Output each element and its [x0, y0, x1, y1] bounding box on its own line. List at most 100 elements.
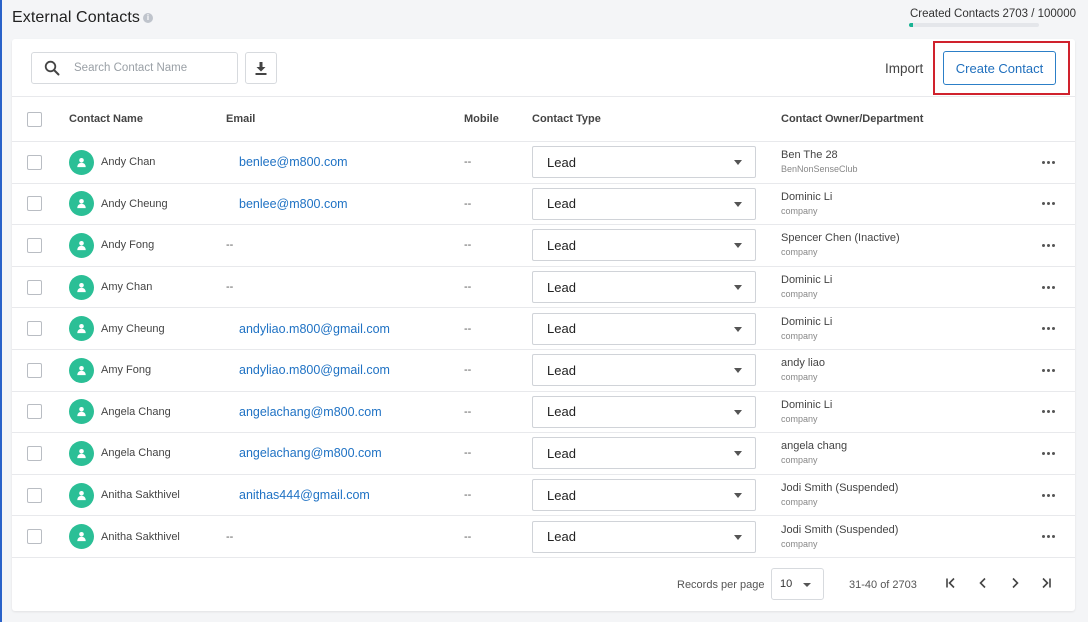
email-link[interactable]: andyliao.m800@gmail.com — [226, 322, 390, 336]
more-options-icon[interactable] — [1042, 535, 1055, 539]
table-row[interactable]: Anitha Sakthivel anithas444@gmail.com --… — [12, 475, 1075, 517]
avatar — [69, 232, 94, 258]
table-row[interactable]: Amy Cheung andyliao.m800@gmail.com -- Le… — [12, 308, 1075, 350]
owner-name: Dominic Li — [781, 398, 833, 411]
records-per-page-select[interactable]: 10 — [771, 568, 824, 600]
more-options-icon[interactable] — [1042, 451, 1055, 455]
more-options-icon[interactable] — [1042, 493, 1055, 497]
mobile-cell: -- — [464, 156, 472, 169]
contact-name[interactable]: Andy Fong — [101, 239, 154, 251]
select-all-checkbox[interactable] — [27, 111, 42, 127]
contact-type-select[interactable]: Lead — [532, 354, 756, 387]
contact-name[interactable]: Anitha Sakthivel — [101, 489, 180, 501]
more-options-icon[interactable] — [1042, 243, 1055, 247]
previous-page-button[interactable] — [975, 575, 991, 591]
email-link[interactable]: benlee@m800.com — [226, 197, 348, 211]
table-row[interactable]: Angela Chang angelachang@m800.com -- Lea… — [12, 433, 1075, 475]
row-select-cell — [27, 267, 42, 308]
row-checkbox[interactable] — [27, 529, 42, 545]
contact-type-cell: Lead — [532, 308, 756, 349]
table-row[interactable]: Angela Chang angelachang@m800.com -- Lea… — [12, 392, 1075, 434]
row-checkbox[interactable] — [27, 237, 42, 253]
mobile-cell: -- — [464, 281, 472, 294]
table-row[interactable]: Amy Fong andyliao.m800@gmail.com -- Lead… — [12, 350, 1075, 392]
email-link[interactable]: angelachang@m800.com — [226, 446, 382, 460]
email-cell: -- — [226, 516, 233, 557]
owner-cell: Jodi Smith (Suspended) company — [781, 475, 898, 516]
contact-type-select[interactable]: Lead — [532, 520, 756, 553]
contact-name[interactable]: Angela Chang — [101, 447, 171, 459]
avatar — [69, 524, 94, 550]
row-select-cell — [27, 350, 42, 391]
contact-type-value: Lead — [547, 321, 576, 337]
contact-type-cell: Lead — [532, 184, 756, 225]
avatar — [69, 274, 94, 300]
table-row[interactable]: Andy Fong -- -- Lead Spencer Chen (Inact… — [12, 225, 1075, 267]
contact-name[interactable]: Andy Chan — [101, 156, 155, 168]
info-icon[interactable]: i — [143, 13, 153, 23]
chevron-down-icon — [734, 451, 742, 457]
row-checkbox[interactable] — [27, 362, 42, 378]
contact-name[interactable]: Andy Cheung — [101, 198, 168, 210]
user-icon — [77, 407, 86, 417]
row-checkbox[interactable] — [27, 154, 42, 170]
table-row[interactable]: Andy Cheung benlee@m800.com -- Lead Domi… — [12, 184, 1075, 226]
mobile-cell: -- — [464, 197, 472, 210]
search-box[interactable] — [31, 52, 238, 84]
download-button[interactable] — [245, 52, 277, 84]
table-row[interactable]: Andy Chan benlee@m800.com -- Lead Ben Th… — [12, 142, 1075, 184]
search-input[interactable] — [74, 53, 234, 83]
table-row[interactable]: Anitha Sakthivel -- -- Lead Jodi Smith (… — [12, 516, 1075, 558]
email-link[interactable]: angelachang@m800.com — [226, 405, 382, 419]
import-link[interactable]: Import — [885, 61, 923, 76]
row-checkbox[interactable] — [27, 404, 42, 420]
contact-name[interactable]: Amy Chan — [101, 281, 152, 293]
owner-block: angela chang company — [781, 440, 847, 466]
next-page-button[interactable] — [1007, 575, 1023, 591]
contact-type-select[interactable]: Lead — [532, 229, 756, 262]
table-row[interactable]: Amy Chan -- -- Lead Dominic Li company — [12, 267, 1075, 309]
last-page-button[interactable] — [1038, 575, 1054, 591]
owner-block: Dominic Li company — [781, 274, 832, 300]
mobile-cell: -- — [464, 405, 472, 418]
create-contact-button[interactable]: Create Contact — [943, 51, 1056, 85]
row-checkbox[interactable] — [27, 445, 42, 461]
contact-type-select[interactable]: Lead — [532, 146, 756, 179]
contact-type-value: Lead — [547, 445, 576, 461]
avatar — [69, 440, 94, 466]
contact-type-select[interactable]: Lead — [532, 312, 756, 345]
email-cell: benlee@m800.com — [226, 184, 348, 225]
email-cell: andyliao.m800@gmail.com — [226, 308, 390, 349]
more-options-icon[interactable] — [1042, 202, 1055, 206]
contact-type-select[interactable]: Lead — [532, 479, 756, 512]
email-link[interactable]: anithas444@gmail.com — [226, 488, 370, 502]
contact-type-select[interactable]: Lead — [532, 271, 756, 304]
quota-value: 2703 / 100000 — [1002, 8, 1076, 20]
more-options-icon[interactable] — [1042, 410, 1055, 414]
contact-type-select[interactable]: Lead — [532, 437, 756, 470]
more-options-icon[interactable] — [1042, 368, 1055, 372]
contact-name[interactable]: Amy Cheung — [101, 323, 165, 335]
more-options-icon[interactable] — [1042, 285, 1055, 289]
contact-type-select[interactable]: Lead — [532, 395, 756, 428]
owner-name: Dominic Li — [781, 274, 833, 287]
row-checkbox[interactable] — [27, 196, 42, 212]
email-cell: -- — [226, 267, 233, 308]
owner-cell: Spencer Chen (Inactive) company — [781, 225, 900, 266]
first-page-button[interactable] — [943, 575, 959, 591]
row-select-cell — [27, 433, 42, 474]
email-link[interactable]: benlee@m800.com — [226, 155, 348, 169]
more-options-icon[interactable] — [1042, 160, 1055, 164]
row-checkbox[interactable] — [27, 279, 42, 295]
contact-type-select[interactable]: Lead — [532, 187, 756, 220]
row-checkbox[interactable] — [27, 487, 42, 503]
header-contact-owner: Contact Owner/Department — [781, 113, 924, 125]
contact-name[interactable]: Anitha Sakthivel — [101, 531, 180, 543]
row-actions-cell — [1042, 516, 1055, 557]
row-checkbox[interactable] — [27, 321, 42, 337]
contact-name[interactable]: Angela Chang — [101, 406, 171, 418]
email-link[interactable]: andyliao.m800@gmail.com — [226, 363, 390, 377]
more-options-icon[interactable] — [1042, 327, 1055, 331]
contact-name[interactable]: Amy Fong — [101, 364, 151, 376]
contact-name-cell: Amy Cheung — [69, 308, 165, 349]
